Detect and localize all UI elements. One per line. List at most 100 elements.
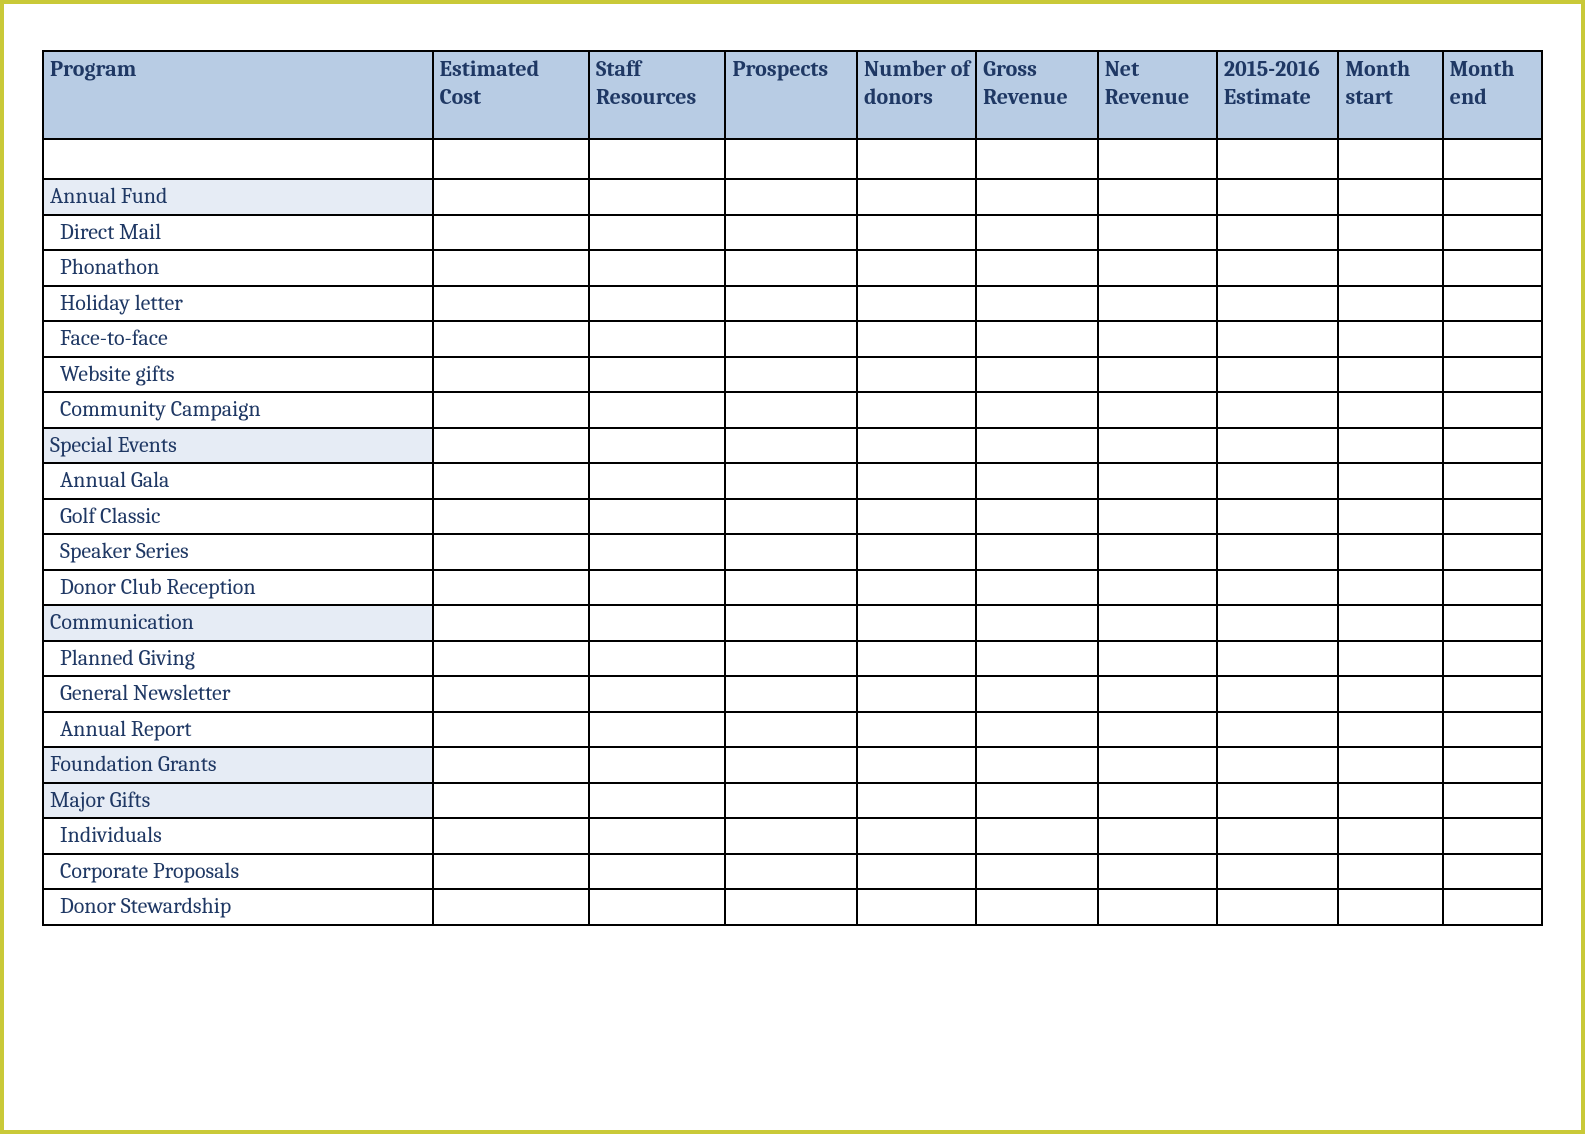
data-cell[interactable] — [725, 357, 857, 393]
data-cell[interactable] — [589, 570, 725, 606]
program-cell[interactable]: Donor Stewardship — [43, 889, 433, 925]
data-cell[interactable] — [589, 605, 725, 641]
data-cell[interactable] — [1217, 570, 1339, 606]
data-cell[interactable] — [1217, 783, 1339, 819]
data-cell[interactable] — [725, 463, 857, 499]
data-cell[interactable] — [857, 499, 976, 535]
data-cell[interactable] — [976, 179, 1098, 215]
data-cell[interactable] — [589, 854, 725, 890]
data-cell[interactable] — [1098, 783, 1217, 819]
data-cell[interactable] — [857, 250, 976, 286]
data-cell[interactable] — [976, 605, 1098, 641]
data-cell[interactable] — [433, 321, 589, 357]
data-cell[interactable] — [1217, 747, 1339, 783]
program-cell[interactable]: Community Campaign — [43, 392, 433, 428]
data-cell[interactable] — [976, 712, 1098, 748]
data-cell[interactable] — [1217, 139, 1339, 179]
data-cell[interactable] — [857, 605, 976, 641]
data-cell[interactable] — [433, 747, 589, 783]
program-cell[interactable]: Individuals — [43, 818, 433, 854]
data-cell[interactable] — [1443, 641, 1542, 677]
data-cell[interactable] — [1338, 747, 1442, 783]
data-cell[interactable] — [1098, 676, 1217, 712]
data-cell[interactable] — [1443, 570, 1542, 606]
data-cell[interactable] — [589, 747, 725, 783]
data-cell[interactable] — [1443, 463, 1542, 499]
data-cell[interactable] — [857, 889, 976, 925]
program-cell[interactable] — [43, 139, 433, 179]
data-cell[interactable] — [1217, 286, 1339, 322]
data-cell[interactable] — [725, 428, 857, 464]
data-cell[interactable] — [433, 357, 589, 393]
data-cell[interactable] — [1338, 357, 1442, 393]
program-cell[interactable]: Annual Report — [43, 712, 433, 748]
data-cell[interactable] — [1443, 605, 1542, 641]
program-cell[interactable]: Planned Giving — [43, 641, 433, 677]
data-cell[interactable] — [725, 321, 857, 357]
data-cell[interactable] — [589, 139, 725, 179]
program-cell[interactable]: Donor Club Reception — [43, 570, 433, 606]
data-cell[interactable] — [857, 428, 976, 464]
data-cell[interactable] — [1443, 889, 1542, 925]
data-cell[interactable] — [976, 854, 1098, 890]
program-cell[interactable]: Golf Classic — [43, 499, 433, 535]
data-cell[interactable] — [433, 463, 589, 499]
program-cell[interactable]: Holiday letter — [43, 286, 433, 322]
data-cell[interactable] — [1338, 428, 1442, 464]
data-cell[interactable] — [1098, 250, 1217, 286]
data-cell[interactable] — [976, 357, 1098, 393]
data-cell[interactable] — [725, 747, 857, 783]
data-cell[interactable] — [1217, 712, 1339, 748]
data-cell[interactable] — [1443, 499, 1542, 535]
data-cell[interactable] — [976, 321, 1098, 357]
data-cell[interactable] — [1443, 286, 1542, 322]
data-cell[interactable] — [433, 783, 589, 819]
data-cell[interactable] — [1338, 676, 1442, 712]
data-cell[interactable] — [857, 783, 976, 819]
data-cell[interactable] — [433, 889, 589, 925]
data-cell[interactable] — [1443, 676, 1542, 712]
data-cell[interactable] — [589, 641, 725, 677]
data-cell[interactable] — [725, 818, 857, 854]
data-cell[interactable] — [857, 179, 976, 215]
data-cell[interactable] — [857, 712, 976, 748]
data-cell[interactable] — [1098, 570, 1217, 606]
program-cell[interactable]: Major Gifts — [43, 783, 433, 819]
data-cell[interactable] — [1443, 215, 1542, 251]
data-cell[interactable] — [589, 250, 725, 286]
program-cell[interactable]: Phonathon — [43, 250, 433, 286]
data-cell[interactable] — [725, 854, 857, 890]
data-cell[interactable] — [976, 215, 1098, 251]
data-cell[interactable] — [1217, 321, 1339, 357]
data-cell[interactable] — [589, 712, 725, 748]
program-cell[interactable]: Direct Mail — [43, 215, 433, 251]
program-cell[interactable]: Website gifts — [43, 357, 433, 393]
data-cell[interactable] — [725, 139, 857, 179]
data-cell[interactable] — [1443, 321, 1542, 357]
data-cell[interactable] — [976, 139, 1098, 179]
data-cell[interactable] — [433, 392, 589, 428]
data-cell[interactable] — [1217, 463, 1339, 499]
data-cell[interactable] — [433, 499, 589, 535]
data-cell[interactable] — [976, 428, 1098, 464]
data-cell[interactable] — [1443, 392, 1542, 428]
data-cell[interactable] — [433, 179, 589, 215]
data-cell[interactable] — [1443, 139, 1542, 179]
data-cell[interactable] — [1098, 605, 1217, 641]
data-cell[interactable] — [1338, 818, 1442, 854]
data-cell[interactable] — [857, 641, 976, 677]
data-cell[interactable] — [1098, 179, 1217, 215]
program-cell[interactable]: Corporate Proposals — [43, 854, 433, 890]
data-cell[interactable] — [725, 605, 857, 641]
data-cell[interactable] — [1443, 428, 1542, 464]
data-cell[interactable] — [976, 747, 1098, 783]
data-cell[interactable] — [976, 534, 1098, 570]
data-cell[interactable] — [433, 428, 589, 464]
data-cell[interactable] — [1098, 392, 1217, 428]
data-cell[interactable] — [589, 818, 725, 854]
data-cell[interactable] — [433, 818, 589, 854]
data-cell[interactable] — [589, 676, 725, 712]
data-cell[interactable] — [1098, 712, 1217, 748]
data-cell[interactable] — [1338, 499, 1442, 535]
data-cell[interactable] — [589, 463, 725, 499]
